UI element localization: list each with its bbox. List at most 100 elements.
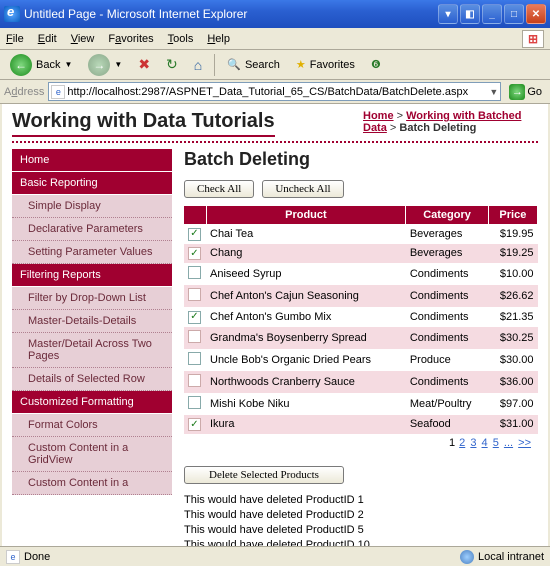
address-input[interactable]: e http://localhost:2987/ASPNET_Data_Tuto… [48,82,501,101]
pager-current: 1 [449,437,455,449]
sidebar-item[interactable]: Master-Details-Details [12,310,172,333]
row-checkbox[interactable] [188,330,201,343]
uncheck-all-button[interactable]: Uncheck All [262,180,343,198]
close-button[interactable]: ✕ [526,4,546,24]
cell-product: Mishi Kobe Niku [206,393,406,415]
row-checkbox[interactable]: ✓ [188,228,201,241]
status-text: Done [24,551,50,563]
refresh-icon: ↻ [166,56,178,73]
row-checkbox[interactable]: ✓ [188,418,201,431]
pager-page-5[interactable]: 5 [493,437,499,449]
address-bar: Address e http://localhost:2987/ASPNET_D… [0,80,550,104]
sidebar-item[interactable]: Format Colors [12,414,172,437]
back-label: Back [36,59,60,71]
sidebar-category[interactable]: Basic Reporting [12,172,172,195]
back-button[interactable]: ← Back ▼ [6,52,76,78]
menu-favorites[interactable]: Favorites [108,33,153,45]
col-product[interactable]: Product [206,206,406,224]
favorites-button[interactable]: ★Favorites [292,56,359,73]
table-row: ✓Chai TeaBeverages$19.95 [184,224,538,244]
result-message: This would have deleted ProductID 1 [184,494,538,506]
result-message: This would have deleted ProductID 2 [184,509,538,521]
row-checkbox[interactable]: ✓ [188,311,201,324]
table-row: Aniseed SyrupCondiments$10.00 [184,263,538,285]
cell-price: $10.00 [488,263,537,285]
aux-button-1[interactable]: ▾ [438,4,458,24]
cell-price: $19.25 [488,244,537,264]
col-category[interactable]: Category [406,206,488,224]
status-bar: e Done Local intranet [0,546,550,566]
pager-page-3[interactable]: 3 [470,437,476,449]
table-row: ✓ChangBeverages$19.25 [184,244,538,264]
row-checkbox[interactable]: ✓ [188,247,201,260]
row-checkbox[interactable] [188,266,201,279]
address-dropdown-icon[interactable]: ▼ [489,87,498,97]
sidebar-item[interactable]: Simple Display [12,195,172,218]
cell-price: $21.35 [488,307,537,327]
sidebar-item[interactable]: Setting Parameter Values [12,241,172,264]
search-label: Search [245,59,280,71]
cell-category: Beverages [406,244,488,264]
sidebar-item[interactable]: Filter by Drop-Down List [12,287,172,310]
menu-tools[interactable]: Tools [168,33,194,45]
table-row: Grandma's Boysenberry SpreadCondiments$3… [184,327,538,349]
page-heading: Batch Deleting [184,149,538,170]
maximize-button[interactable]: □ [504,4,524,24]
menu-help[interactable]: Help [207,33,230,45]
cell-price: $19.95 [488,224,537,244]
page-favicon-icon: e [51,85,65,99]
media-button[interactable]: ❻ [367,56,385,73]
forward-button[interactable]: → ▼ [84,52,126,78]
sidebar-item[interactable]: Custom Content in a [12,472,172,495]
row-checkbox[interactable] [188,396,201,409]
toolbar-separator [214,54,215,76]
sidebar-item[interactable]: Master/Detail Across Two Pages [12,333,172,368]
forward-dropdown-icon[interactable]: ▼ [114,60,122,69]
sidebar-category[interactable]: Home [12,149,172,172]
stop-button[interactable]: ✖ [134,54,154,75]
cell-price: $30.00 [488,349,537,371]
sidebar-item[interactable]: Declarative Parameters [12,218,172,241]
titlebar: Untitled Page - Microsoft Internet Explo… [0,0,550,28]
pager-page-4[interactable]: 4 [482,437,488,449]
breadcrumb-current: Batch Deleting [399,122,476,134]
sidebar-item[interactable]: Details of Selected Row [12,368,172,391]
breadcrumb-home[interactable]: Home [363,110,394,122]
menu-edit[interactable]: Edit [38,33,57,45]
pager-page-2[interactable]: 2 [459,437,465,449]
pager: 1 2 3 4 5 ... >> [184,434,538,452]
address-label: Address [4,86,44,98]
main-content: Batch Deleting Check All Uncheck All Pro… [184,149,538,546]
cell-category: Condiments [406,285,488,307]
minimize-button[interactable]: _ [482,4,502,24]
go-button[interactable]: → Go [505,84,546,100]
row-checkbox[interactable] [188,374,201,387]
home-button[interactable]: ⌂ [190,55,206,75]
col-price[interactable]: Price [488,206,537,224]
check-all-button[interactable]: Check All [184,180,254,198]
menu-view[interactable]: View [71,33,95,45]
result-messages: This would have deleted ProductID 1 This … [184,494,538,546]
row-checkbox[interactable] [188,288,201,301]
pager-next[interactable]: >> [518,437,531,449]
sidebar-item[interactable]: Custom Content in a GridView [12,437,172,472]
sidebar-category[interactable]: Filtering Reports [12,264,172,287]
cell-price: $26.62 [488,285,537,307]
ie-logo-icon: ⊞ [522,30,544,48]
back-dropdown-icon[interactable]: ▼ [64,60,72,69]
sidebar-category[interactable]: Customized Formatting [12,391,172,414]
result-message: This would have deleted ProductID 10 [184,539,538,546]
page-viewport[interactable]: Working with Data Tutorials Home > Worki… [0,104,550,546]
pager-ellipsis[interactable]: ... [504,437,513,449]
sidebar: HomeBasic ReportingSimple DisplayDeclara… [12,149,172,546]
search-button[interactable]: 🔍Search [223,56,284,73]
go-label: Go [527,86,542,98]
cell-product: Chai Tea [206,224,406,244]
cell-category: Meat/Poultry [406,393,488,415]
cell-price: $31.00 [488,415,537,435]
aux-button-2[interactable]: ◧ [460,4,480,24]
refresh-button[interactable]: ↻ [162,54,182,75]
delete-selected-button[interactable]: Delete Selected Products [184,466,344,484]
menu-file[interactable]: File [6,33,24,45]
row-checkbox[interactable] [188,352,201,365]
